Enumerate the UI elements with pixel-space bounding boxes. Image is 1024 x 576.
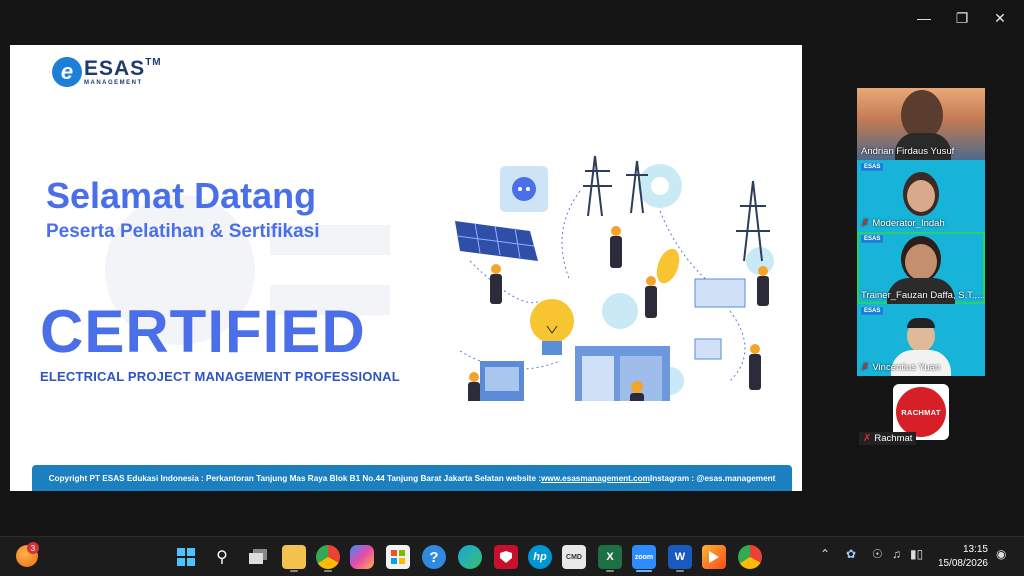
- logo-sub: MANAGEMENT: [84, 80, 143, 86]
- slide-subtitle: Peserta Pelatihan & Sertifikasi: [46, 221, 320, 242]
- active-indicator: [636, 570, 652, 572]
- logo-tm: TM: [145, 57, 162, 68]
- participant-name: Rachmat: [874, 433, 913, 444]
- minimize-icon[interactable]: —: [908, 6, 940, 30]
- mic-muted-icon: ✗: [861, 218, 870, 229]
- avatar-logo: RACHMAT: [896, 387, 946, 437]
- participant-tile-avatar[interactable]: RACHMAT ✗ Rachmat: [857, 382, 985, 452]
- electrical-illustration: [455, 155, 774, 401]
- logo-mark: e: [52, 57, 82, 87]
- task-view-icon[interactable]: [246, 545, 270, 569]
- footer-website-link[interactable]: www.esasmanagement.com: [541, 474, 650, 483]
- window-controls: — ❐ ✕: [908, 6, 1016, 30]
- edge-icon[interactable]: [458, 545, 482, 569]
- chrome-alt-icon[interactable]: [738, 545, 762, 569]
- start-icon[interactable]: [174, 545, 198, 569]
- search-icon[interactable]: ⚲: [210, 545, 234, 569]
- esas-logo: e ESASTM MANAGEMENT: [52, 57, 162, 87]
- participant-tile-active-speaker[interactable]: ESAS Trainer_Fauzan Daffa, S.T.,...: [857, 232, 985, 304]
- tile-logo: ESAS: [861, 307, 884, 315]
- restore-icon[interactable]: ❐: [946, 6, 978, 30]
- footer-text: Copyright PT ESAS Edukasi Indonesia : Pe…: [48, 473, 542, 483]
- slide-title: Selamat Datang: [46, 175, 317, 216]
- program-name: ELECTRICAL PROJECT MANAGEMENT PROFESSION…: [40, 369, 400, 384]
- battery-icon[interactable]: ▮▯: [910, 547, 923, 561]
- word-icon[interactable]: W: [668, 545, 692, 569]
- mic-muted-icon: ✗: [861, 362, 870, 373]
- participant-face: [905, 244, 937, 280]
- running-indicator: [676, 570, 684, 572]
- volume-icon[interactable]: ♫: [892, 547, 901, 561]
- mcafee-icon[interactable]: [494, 545, 518, 569]
- network-pen-icon[interactable]: ✿: [846, 547, 856, 561]
- participant-tile[interactable]: ESAS ✗ Vincentius Yuan: [857, 304, 985, 376]
- certified-heading: CERTIFIED: [40, 298, 366, 365]
- close-icon[interactable]: ✕: [984, 6, 1016, 30]
- taskbar: 3 ⚲ ? hp CMD X zoom W ⌃ ✿ ☉ ♫ ▮▯ 13:15 1…: [0, 536, 1024, 576]
- notification-bell-icon[interactable]: ◉: [996, 547, 1006, 561]
- clock[interactable]: 13:15 15/08/2026: [938, 543, 988, 571]
- store-icon[interactable]: [386, 545, 410, 569]
- cmd-icon[interactable]: CMD: [562, 545, 586, 569]
- chrome-icon[interactable]: [316, 545, 340, 569]
- participant-tile[interactable]: Andrian Firdaus Yusuf: [857, 88, 985, 160]
- shared-slide: e ESASTM MANAGEMENT Selamat Datang Peser…: [10, 45, 802, 491]
- notification-badge: 3: [27, 542, 39, 554]
- participant-name: Moderator_Indah: [872, 218, 945, 229]
- running-indicator: [606, 570, 614, 572]
- excel-icon[interactable]: X: [598, 545, 622, 569]
- running-indicator: [290, 570, 298, 572]
- mic-muted-icon: ✗: [863, 433, 872, 444]
- footer-instagram: Instagram : @esas.management: [649, 473, 776, 483]
- running-indicator: [324, 570, 332, 572]
- file-explorer-icon[interactable]: [282, 545, 306, 569]
- participant-face: [907, 180, 935, 212]
- desktop: — ❐ ✕ e ESASTM MANAGEMENT Selamat Datang…: [0, 0, 1024, 576]
- participant-name: Vincentius Yuan: [872, 362, 941, 373]
- help-icon[interactable]: ?: [422, 545, 446, 569]
- zoom-icon[interactable]: zoom: [632, 545, 656, 569]
- participant-tile[interactable]: ESAS ✗ Moderator_Indah: [857, 160, 985, 232]
- participant-name: Andrian Firdaus Yusuf: [861, 146, 955, 157]
- participant-hair: [907, 318, 935, 328]
- participant-name: Trainer_Fauzan Daffa, S.T.,...: [861, 290, 985, 301]
- media-player-icon[interactable]: [702, 545, 726, 569]
- chevron-up-icon[interactable]: ⌃: [820, 547, 830, 561]
- slide-footer: Copyright PT ESAS Edukasi Indonesia : Pe…: [32, 465, 792, 491]
- tile-logo: ESAS: [861, 235, 884, 243]
- copilot-icon[interactable]: [350, 545, 374, 569]
- wifi-icon[interactable]: ☉: [872, 547, 883, 561]
- hp-icon[interactable]: hp: [528, 545, 552, 569]
- clock-date: 15/08/2026: [937, 558, 988, 569]
- logo-brand: ESAS: [84, 57, 146, 80]
- tile-logo: ESAS: [861, 163, 884, 171]
- clock-time: 13:15: [962, 544, 988, 555]
